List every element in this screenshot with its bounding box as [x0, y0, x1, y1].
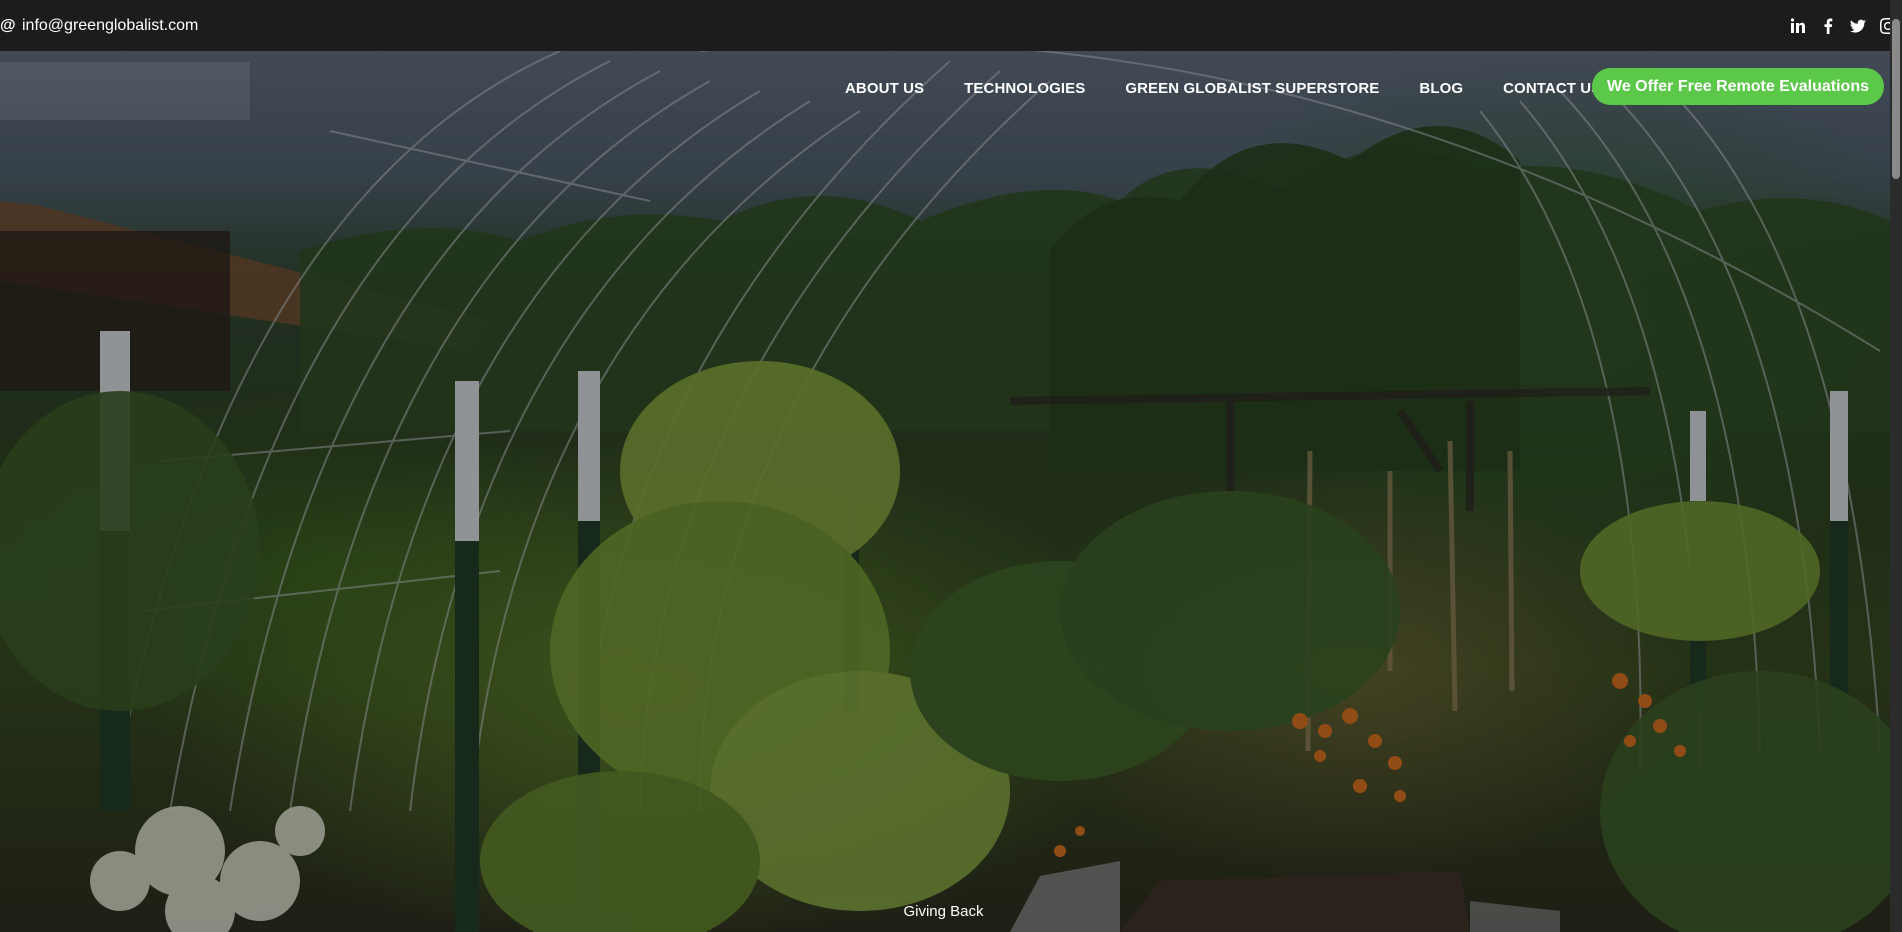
site-logo[interactable] — [0, 62, 250, 120]
social-links — [1790, 17, 1896, 34]
nav-contact-us[interactable]: CONTACT US — [1503, 80, 1601, 97]
scrollbar[interactable] — [1890, 0, 1902, 932]
hero-banner — [0, 51, 1890, 932]
nav-superstore[interactable]: GREEN GLOBALIST SUPERSTORE — [1125, 80, 1379, 97]
contact-email[interactable]: @ info@greenglobalist.com — [0, 17, 198, 35]
at-icon: @ — [0, 16, 16, 34]
nav-technologies[interactable]: TECHNOLOGIES — [964, 80, 1085, 97]
twitter-icon[interactable] — [1850, 18, 1866, 34]
hero-caption: Giving Back — [903, 903, 984, 920]
hero-overlay — [0, 51, 1890, 932]
email-text[interactable]: info@greenglobalist.com — [22, 17, 198, 35]
facebook-icon[interactable] — [1820, 18, 1836, 34]
main-nav: ABOUT US TECHNOLOGIES GREEN GLOBALIST SU… — [845, 80, 1601, 97]
nav-blog[interactable]: BLOG — [1419, 80, 1463, 97]
free-evaluation-button[interactable]: We Offer Free Remote Evaluations — [1592, 68, 1884, 105]
linkedin-icon[interactable] — [1790, 17, 1806, 34]
top-bar: @ info@greenglobalist.com — [0, 0, 1902, 51]
nav-about-us[interactable]: ABOUT US — [845, 80, 924, 97]
scrollbar-thumb[interactable] — [1892, 19, 1900, 179]
